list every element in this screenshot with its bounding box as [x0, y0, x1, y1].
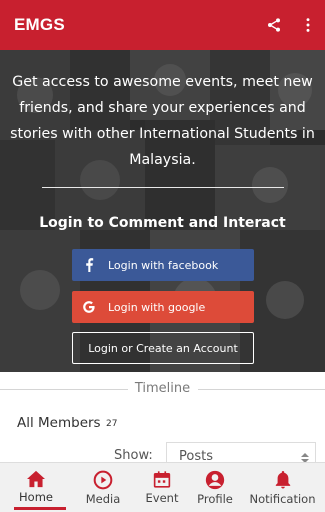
login-google-button[interactable]: Login with google — [72, 291, 254, 323]
bottom-navigation: Home Media Event Profile Notification — [0, 462, 325, 512]
google-icon — [72, 300, 106, 314]
all-members-label: All Members — [17, 415, 101, 431]
login-facebook-label: Login with facebook — [108, 258, 219, 272]
nav-event[interactable]: Event — [134, 463, 190, 512]
share-button[interactable] — [257, 0, 291, 50]
nav-home-label: Home — [19, 490, 53, 504]
show-label: Show: — [114, 448, 153, 463]
calendar-icon — [153, 471, 171, 488]
timeline-separator: Timeline — [0, 372, 325, 406]
share-icon — [268, 18, 280, 32]
nav-media[interactable]: Media — [72, 463, 134, 512]
login-heading: Login to Comment and Interact — [39, 215, 286, 231]
nav-profile-label: Profile — [197, 492, 233, 506]
nav-home[interactable]: Home — [0, 463, 72, 512]
nav-media-label: Media — [85, 492, 121, 506]
app-title: EMGS — [14, 15, 65, 34]
members-count: 27 — [106, 419, 118, 429]
overflow-menu-button[interactable] — [291, 0, 325, 50]
nav-notification[interactable]: Notification — [240, 463, 325, 512]
nav-notification-label: Notification — [249, 492, 316, 506]
login-or-create-account-button[interactable]: Login or Create an Account — [72, 332, 254, 364]
profile-icon — [205, 470, 225, 490]
divider — [42, 187, 284, 188]
intro-text: Get access to awesome events, meet new f… — [10, 74, 315, 168]
play-circle-icon — [93, 470, 113, 490]
hero-section: Get access to awesome events, meet new f… — [0, 50, 325, 372]
login-or-create-account-label: Login or Create an Account — [88, 341, 238, 355]
members-section: All Members 27 Show: Posts — [0, 406, 325, 472]
home-icon — [27, 470, 45, 488]
nav-event-label: Event — [145, 491, 179, 505]
bell-icon — [275, 471, 290, 489]
facebook-icon — [72, 258, 106, 272]
nav-profile[interactable]: Profile — [190, 463, 240, 512]
timeline-label: Timeline — [134, 381, 191, 396]
login-facebook-button[interactable]: Login with facebook — [72, 249, 254, 281]
login-google-label: Login with google — [108, 300, 206, 314]
app-bar: EMGS — [0, 0, 325, 50]
more-vert-icon — [306, 18, 310, 32]
